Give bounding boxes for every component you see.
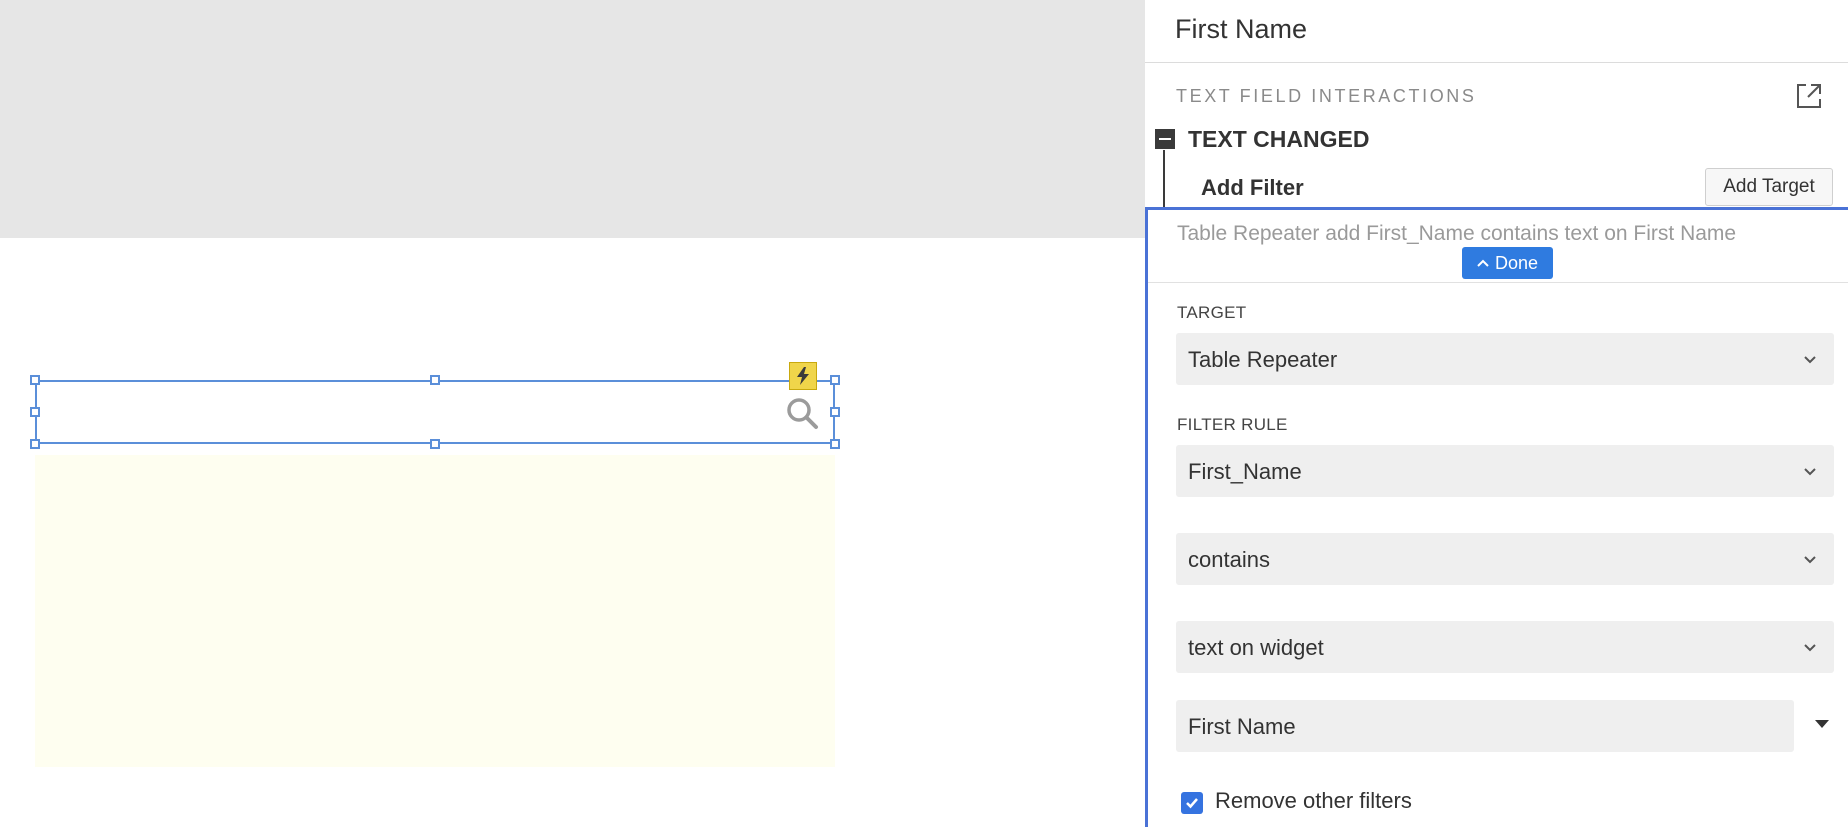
resize-handle-middle-left[interactable] (30, 407, 40, 417)
checkmark-icon (1186, 798, 1198, 809)
target-label: TARGET (1177, 303, 1247, 322)
filter-source-select[interactable]: text on widget (1176, 621, 1834, 673)
target-select[interactable]: Table Repeater (1176, 333, 1834, 385)
lightning-icon[interactable] (789, 362, 817, 390)
action-summary: Table Repeater add First_Name contains t… (1177, 222, 1737, 245)
text-field-widget[interactable] (35, 380, 835, 444)
filter-source-value: text on widget (1188, 635, 1324, 660)
caret-down-icon[interactable] (1812, 717, 1832, 731)
filter-column-value: First_Name (1188, 459, 1302, 484)
target-value: Table Repeater (1188, 347, 1338, 372)
filter-rule-label: FILTER RULE (1177, 415, 1288, 434)
chevron-down-icon (1804, 644, 1816, 652)
resize-handle-bottom-left[interactable] (30, 439, 40, 449)
canvas-gray-area (0, 0, 1145, 238)
minus-square-icon[interactable] (1155, 129, 1175, 149)
add-target-button[interactable]: Add Target (1705, 168, 1833, 206)
table-repeater-widget[interactable] (35, 455, 835, 767)
chevron-down-icon (1804, 468, 1816, 476)
done-label: Done (1494, 252, 1539, 273)
event-title[interactable]: TEXT CHANGED (1188, 126, 1369, 153)
divider (1145, 62, 1848, 63)
filter-widget-select[interactable]: First Name (1176, 700, 1794, 752)
resize-handle-bottom-center[interactable] (430, 439, 440, 449)
section-title: TEXT FIELD INTERACTIONS (1176, 86, 1477, 106)
resize-handle-top-left[interactable] (30, 375, 40, 385)
filter-operator-select[interactable]: contains (1176, 533, 1834, 585)
chevron-up-icon (1477, 259, 1489, 267)
chevron-down-icon (1804, 356, 1816, 364)
widget-name-title[interactable]: First Name (1175, 14, 1307, 45)
divider (1148, 282, 1848, 283)
resize-handle-middle-right[interactable] (830, 407, 840, 417)
action-title[interactable]: Add Filter (1201, 175, 1304, 201)
external-link-icon[interactable] (1793, 80, 1825, 112)
filter-operator-value: contains (1188, 547, 1270, 572)
search-icon (787, 398, 818, 429)
resize-handle-top-center[interactable] (430, 375, 440, 385)
remove-other-filters-checkbox[interactable] (1181, 792, 1203, 814)
chevron-down-icon (1804, 556, 1816, 564)
tree-connector (1163, 150, 1165, 208)
resize-handle-bottom-right[interactable] (830, 439, 840, 449)
remove-other-filters-label[interactable]: Remove other filters (1215, 788, 1412, 814)
filter-widget-value: First Name (1188, 714, 1296, 739)
filter-column-select[interactable]: First_Name (1176, 445, 1834, 497)
resize-handle-top-right[interactable] (830, 375, 840, 385)
done-button[interactable]: Done (1462, 247, 1553, 279)
